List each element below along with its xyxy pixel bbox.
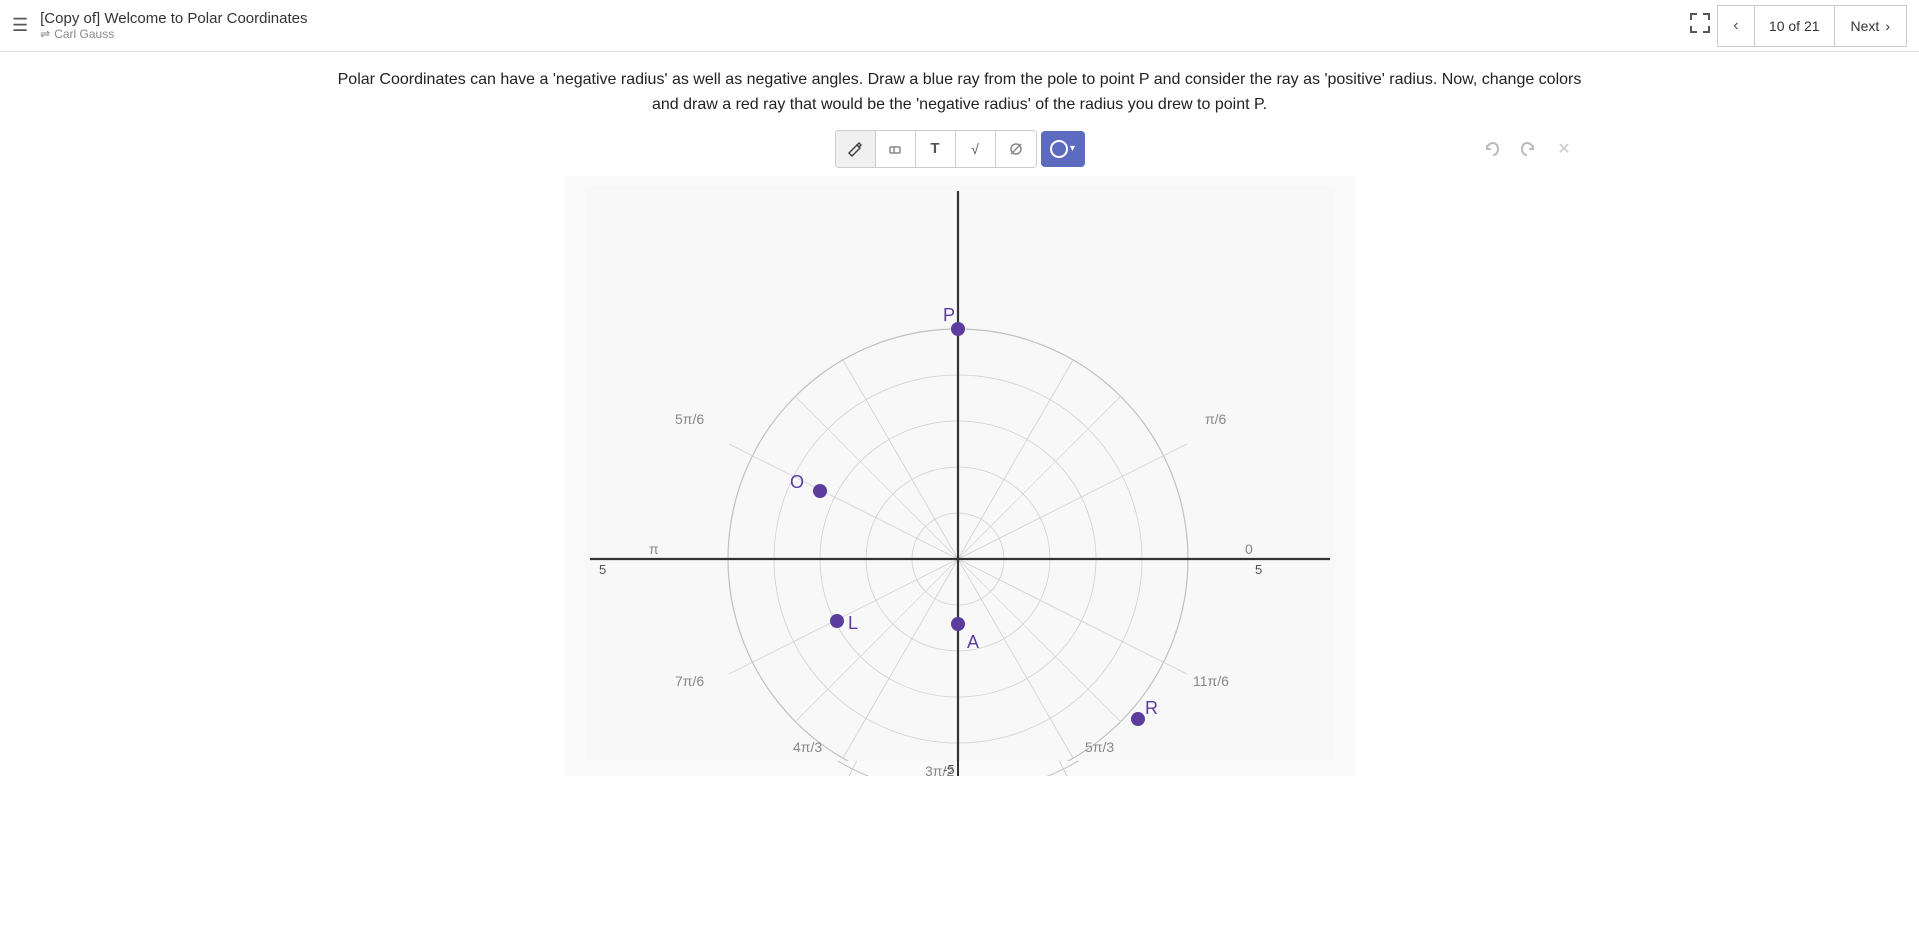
subtitle-icon: ⇌ [40, 27, 50, 41]
color-swatch [1050, 140, 1068, 158]
svg-text:-5: -5 [943, 762, 955, 776]
svg-text:π: π [649, 541, 659, 557]
subtitle-author: Carl Gauss [54, 27, 114, 41]
drawing-toolbar: T √ ▾ ✕ [0, 130, 1919, 168]
eraser-tool-button[interactable] [876, 131, 916, 167]
svg-text:5π/6: 5π/6 [675, 411, 704, 427]
svg-text:0: 0 [1245, 541, 1253, 557]
fullscreen-button[interactable] [1683, 6, 1717, 45]
app-header: ☰ [Copy of] Welcome to Polar Coordinates… [0, 0, 1919, 52]
pencil-tool-button[interactable] [836, 131, 876, 167]
undo-button[interactable] [1477, 134, 1507, 164]
next-button[interactable]: Next › [1834, 5, 1907, 47]
header-center [1683, 6, 1717, 45]
move-tool-button[interactable] [996, 131, 1036, 167]
sqrt-tool-button[interactable]: √ [956, 131, 996, 167]
clear-button[interactable]: ✕ [1549, 134, 1579, 164]
instruction-text: Polar Coordinates can have a 'negative r… [0, 52, 1919, 130]
page-title: [Copy of] Welcome to Polar Coordinates [40, 10, 1683, 27]
color-dropdown-icon: ▾ [1070, 143, 1075, 154]
svg-text:P: P [943, 305, 955, 325]
header-title-block: [Copy of] Welcome to Polar Coordinates ⇌… [40, 10, 1683, 41]
svg-text:O: O [790, 472, 804, 492]
svg-text:5: 5 [599, 562, 606, 577]
redo-button[interactable] [1513, 134, 1543, 164]
svg-text:R: R [1145, 698, 1158, 718]
svg-text:5π/3: 5π/3 [1085, 739, 1114, 755]
prev-button[interactable]: ‹ [1717, 5, 1755, 47]
svg-text:A: A [967, 632, 979, 652]
header-nav: ‹ 10 of 21 Next › [1717, 5, 1907, 47]
page-info: 10 of 21 [1755, 5, 1834, 47]
menu-icon[interactable]: ☰ [12, 15, 28, 36]
svg-text:π/6: π/6 [1205, 411, 1227, 427]
svg-text:11π/6: 11π/6 [1193, 673, 1229, 689]
canvas-container: 0 π 5 5 -5 π/6 5π/6 7π/6 11π/6 4π/3 5π/3… [0, 176, 1919, 796]
next-icon: › [1885, 18, 1890, 34]
tools-group: T √ [835, 130, 1037, 168]
toolbar-actions: ✕ [1477, 134, 1579, 164]
text-tool-button[interactable]: T [916, 131, 956, 167]
instruction-line1: Polar Coordinates can have a 'negative r… [40, 68, 1879, 93]
svg-text:5: 5 [1255, 562, 1262, 577]
svg-text:7π/6: 7π/6 [675, 673, 704, 689]
svg-text:4π/3: 4π/3 [793, 739, 822, 755]
polar-canvas[interactable]: 0 π 5 5 -5 π/6 5π/6 7π/6 11π/6 4π/3 5π/3… [565, 176, 1355, 776]
instruction-line2: and draw a red ray that would be the 'ne… [40, 93, 1879, 118]
header-subtitle: ⇌ Carl Gauss [40, 27, 1683, 41]
svg-text:L: L [848, 613, 858, 633]
color-picker-button[interactable]: ▾ [1041, 131, 1085, 167]
